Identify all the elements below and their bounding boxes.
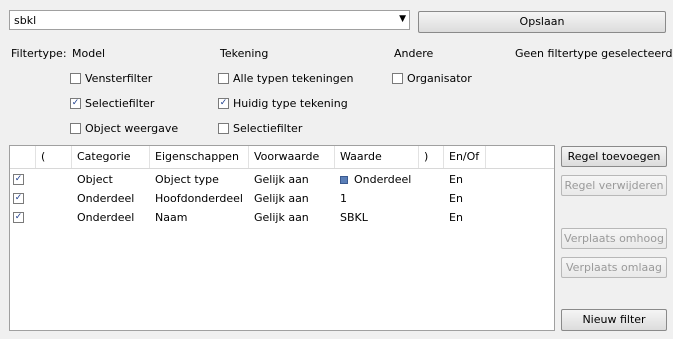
model-option-vensterfilter[interactable]: Vensterfilter	[70, 72, 152, 85]
checkbox[interactable]	[70, 73, 81, 84]
filtertype-status: Geen filtertype geselecteerd	[515, 47, 673, 60]
model-option-selectiefilter[interactable]: ✓ Selectiefilter	[70, 97, 154, 110]
checkbox[interactable]	[70, 123, 81, 134]
column-header-voorwaarde[interactable]: Voorwaarde	[249, 146, 335, 168]
row-en-of[interactable]: En	[444, 171, 463, 189]
table-row[interactable]: ✓ Onderdeel Hoofdonderdeel Gelijk aan 1 …	[10, 190, 554, 208]
row-en-of[interactable]: En	[444, 190, 463, 208]
column-header-en-of[interactable]: En/Of	[444, 146, 486, 168]
row-eigenschappen[interactable]: Naam	[150, 209, 187, 227]
other-header: Andere	[394, 47, 434, 60]
remove-rule-button[interactable]: Regel verwijderen	[561, 175, 667, 196]
row-waarde[interactable]: 1	[335, 190, 347, 208]
row-checkbox[interactable]: ✓	[13, 193, 24, 204]
table-header: ( Categorie Eigenschappen Voorwaarde Waa…	[10, 146, 554, 169]
filtertype-label: Filtertype:	[11, 47, 67, 60]
model-header: Model	[72, 47, 106, 60]
checkbox[interactable]: ✓	[70, 98, 81, 109]
row-checkbox[interactable]: ✓	[13, 174, 24, 185]
drawing-option-huidig-type[interactable]: ✓ Huidig type tekening	[218, 97, 348, 110]
column-header-waarde[interactable]: Waarde	[335, 146, 419, 168]
save-button[interactable]: Opslaan	[418, 11, 666, 33]
row-waarde: Onderdeel	[354, 173, 412, 186]
row-waarde-cell[interactable]: Onderdeel	[335, 171, 411, 189]
row-eigenschappen[interactable]: Object type	[150, 171, 219, 189]
table-row[interactable]: ✓ Onderdeel Naam Gelijk aan SBKL En	[10, 209, 554, 227]
row-open-paren[interactable]	[36, 171, 41, 189]
row-close-paren[interactable]	[419, 171, 424, 189]
drawing-header: Tekening	[220, 47, 269, 60]
move-up-button[interactable]: Verplaats omhoog	[561, 228, 667, 249]
column-header-open-paren[interactable]: (	[36, 146, 72, 168]
drawing-option-alle-typen[interactable]: Alle typen tekeningen	[218, 72, 354, 85]
row-categorie[interactable]: Object	[72, 171, 113, 189]
row-en-of[interactable]: En	[444, 209, 463, 227]
row-close-paren[interactable]	[419, 209, 424, 227]
filter-name-value: sbkl	[14, 14, 37, 27]
checkbox[interactable]	[218, 73, 229, 84]
row-voorwaarde[interactable]: Gelijk aan	[249, 209, 309, 227]
row-open-paren[interactable]	[36, 209, 41, 227]
checkbox[interactable]: ✓	[218, 98, 229, 109]
column-header-checkbox[interactable]	[10, 146, 36, 168]
model-option-object-weergave[interactable]: Object weergave	[70, 122, 178, 135]
row-voorwaarde[interactable]: Gelijk aan	[249, 171, 309, 189]
add-rule-button[interactable]: Regel toevoegen	[561, 146, 667, 167]
row-voorwaarde[interactable]: Gelijk aan	[249, 190, 309, 208]
column-header-eigenschappen[interactable]: Eigenschappen	[150, 146, 249, 168]
column-header-close-paren[interactable]: )	[419, 146, 444, 168]
rules-table[interactable]: ( Categorie Eigenschappen Voorwaarde Waa…	[9, 145, 555, 331]
filter-name-combobox[interactable]: sbkl ▼	[9, 10, 410, 30]
part-icon	[340, 176, 348, 184]
checkbox[interactable]	[218, 123, 229, 134]
row-close-paren[interactable]	[419, 190, 424, 208]
column-header-categorie[interactable]: Categorie	[72, 146, 150, 168]
row-categorie[interactable]: Onderdeel	[72, 209, 134, 227]
chevron-down-icon[interactable]: ▼	[399, 14, 406, 24]
checkbox[interactable]	[392, 73, 403, 84]
move-down-button[interactable]: Verplaats omlaag	[561, 257, 667, 278]
row-waarde[interactable]: SBKL	[335, 209, 368, 227]
drawing-option-selectiefilter[interactable]: Selectiefilter	[218, 122, 302, 135]
row-categorie[interactable]: Onderdeel	[72, 190, 134, 208]
other-option-organisator[interactable]: Organisator	[392, 72, 472, 85]
table-row[interactable]: ✓ Object Object type Gelijk aan Onderdee…	[10, 171, 554, 189]
row-checkbox[interactable]: ✓	[13, 212, 24, 223]
new-filter-button[interactable]: Nieuw filter	[561, 309, 667, 331]
row-open-paren[interactable]	[36, 190, 41, 208]
row-eigenschappen[interactable]: Hoofdonderdeel	[150, 190, 243, 208]
